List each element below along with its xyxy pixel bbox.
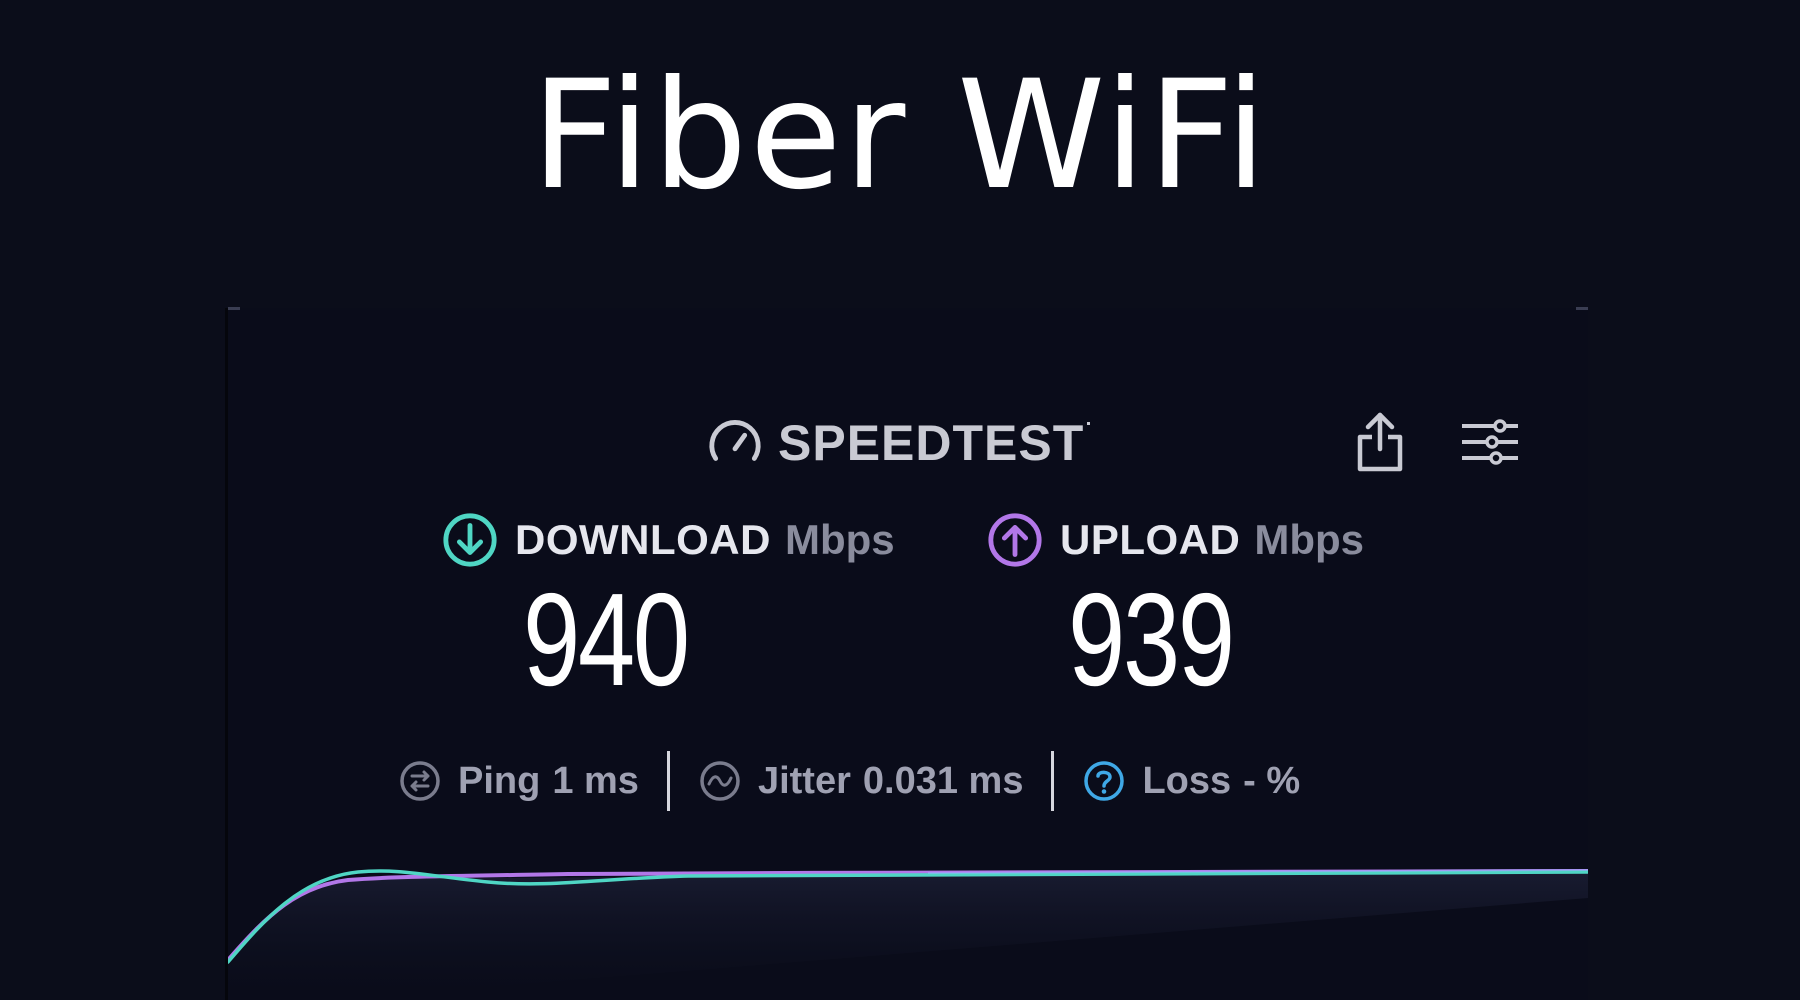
- upload-arrow-icon: [988, 513, 1042, 567]
- loss-stat[interactable]: Loss - %: [1082, 746, 1300, 816]
- upload-value: 939: [1068, 566, 1235, 713]
- upload-unit: Mbps: [1254, 516, 1364, 563]
- speedtest-panel: SPEEDTEST DOWNLOAD Mbps 940 UPLOAD Mbps …: [225, 307, 1588, 1000]
- download-unit: Mbps: [784, 516, 895, 563]
- loss-label: Loss: [1142, 759, 1232, 802]
- trademark-mark: [1087, 422, 1091, 425]
- jitter-stat: Jitter 0.031 ms: [698, 746, 1024, 816]
- upload-metric: UPLOAD Mbps 939: [986, 508, 1364, 710]
- speedometer-icon: [709, 420, 761, 461]
- panel-corner-right: [1576, 307, 1588, 310]
- download-label: DOWNLOAD: [515, 516, 771, 563]
- panel-corner-left: [228, 307, 240, 310]
- jitter-label: Jitter: [757, 759, 851, 802]
- download-value: 940: [523, 566, 690, 713]
- brand-name: SPEEDTEST: [778, 415, 1085, 471]
- page-title: Fiber WiFi: [531, 49, 1269, 223]
- jitter-icon: [700, 761, 740, 801]
- speed-graph: [228, 869, 1588, 1000]
- jitter-value: 0.031 ms: [862, 759, 1024, 802]
- ping-stat: Ping 1 ms: [398, 746, 639, 816]
- download-metric: DOWNLOAD Mbps 940: [441, 508, 895, 710]
- share-button[interactable]: [1348, 406, 1412, 478]
- ping-value: 1 ms: [552, 759, 639, 802]
- download-arrow-icon: [443, 513, 497, 567]
- help-circle-icon[interactable]: [1082, 759, 1126, 803]
- graph-glow: [228, 872, 1588, 1000]
- share-icon: [1357, 412, 1403, 472]
- sliders-icon: [1462, 419, 1518, 465]
- stats-divider: [1051, 751, 1055, 811]
- upload-label: UPLOAD: [1060, 516, 1241, 563]
- stats-bar: Ping 1 ms Jitter 0.031 ms Loss - %: [398, 746, 1300, 816]
- speedtest-brand: SPEEDTEST: [706, 408, 1091, 478]
- stats-divider: [666, 751, 670, 811]
- page: Fiber WiFi SPEEDTEST DOWNLOAD Mbps 940 U…: [0, 0, 1800, 1000]
- loss-value: - %: [1243, 759, 1301, 802]
- ping-icon: [400, 761, 440, 801]
- ping-label: Ping: [458, 759, 541, 802]
- settings-button[interactable]: [1458, 406, 1522, 478]
